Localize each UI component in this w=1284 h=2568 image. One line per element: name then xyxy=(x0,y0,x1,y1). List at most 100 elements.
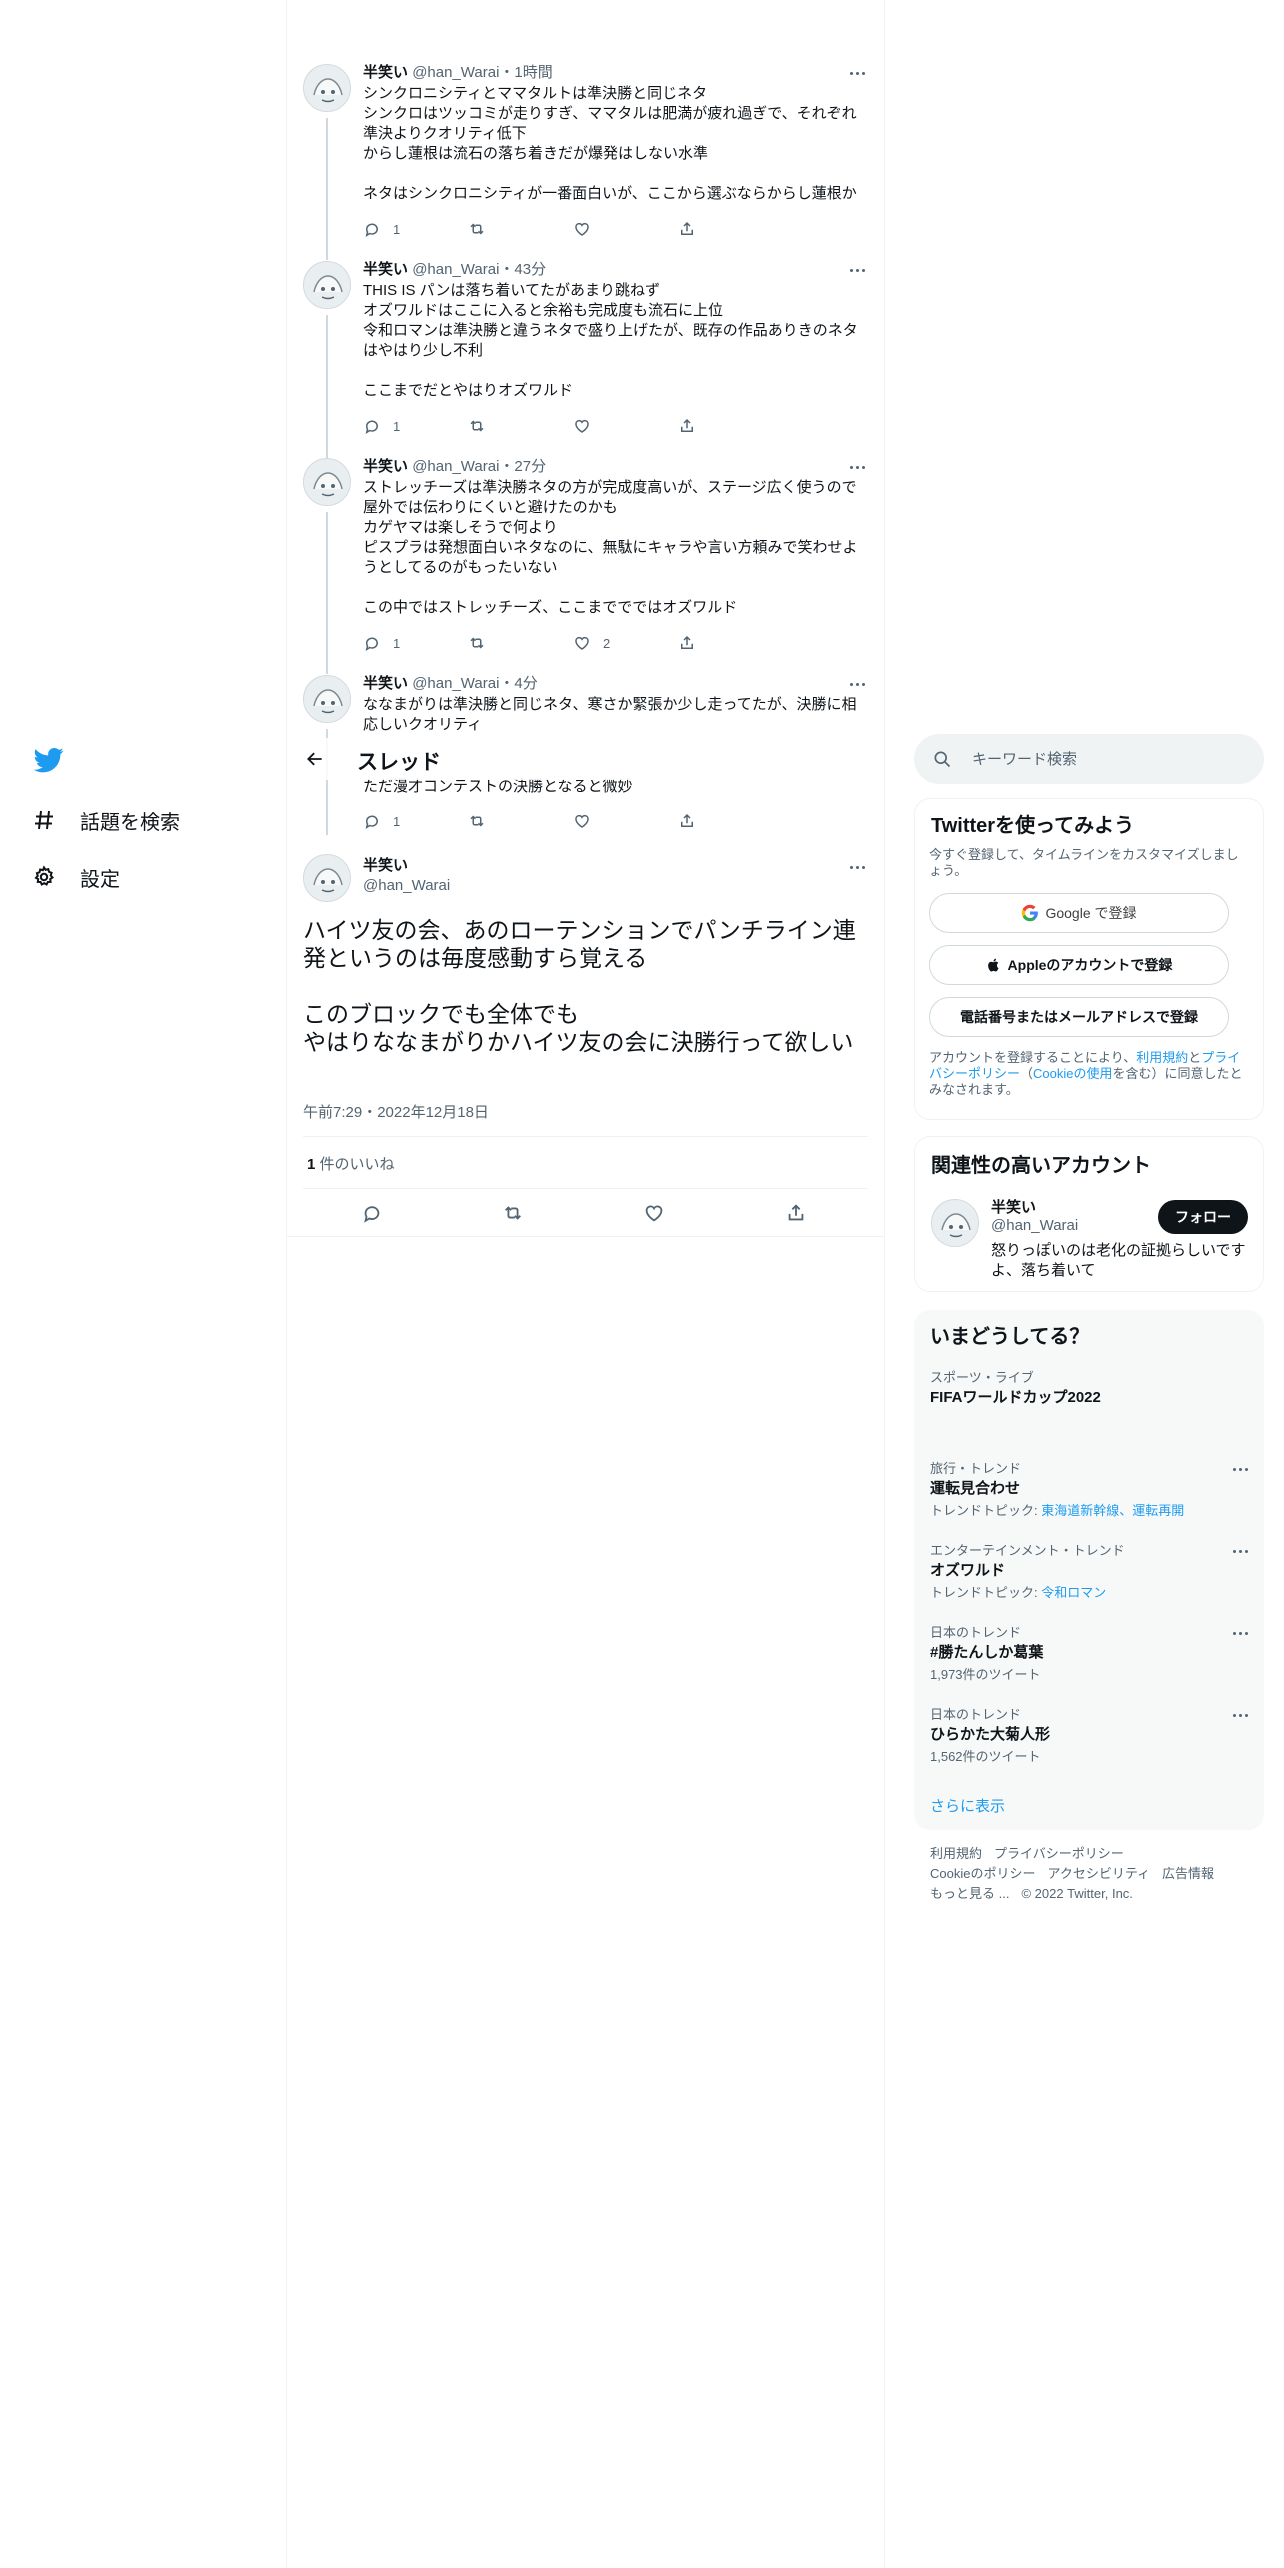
more-options-icon[interactable] xyxy=(1230,1707,1250,1723)
tweet-author-name[interactable]: 半笑い xyxy=(363,261,408,278)
reply-icon xyxy=(364,1206,380,1223)
show-more-link[interactable]: さらに表示 xyxy=(930,1795,1005,1816)
avatar[interactable] xyxy=(303,261,351,309)
follow-button[interactable]: フォロー xyxy=(1158,1200,1248,1234)
signup-card: Twitterを使ってみよう 今すぐ登録して、タイムラインをカスタマイズしましょ… xyxy=(914,798,1264,1120)
like-button[interactable]: 2 xyxy=(573,633,678,653)
trend-item[interactable]: スポーツ・ライブ FIFAワールドカップ2022 xyxy=(930,1370,1248,1408)
tweet-author-handle[interactable]: @han_Warai xyxy=(412,261,499,278)
heart-icon xyxy=(575,636,589,650)
tweet-time[interactable]: 1時間 xyxy=(514,64,552,81)
share-button[interactable] xyxy=(678,811,783,831)
thread-tweet[interactable]: 半笑い @han_Warai・27分 ストレッチーズは準決勝ネタの方が完成度高い… xyxy=(287,458,884,674)
more-options-icon[interactable] xyxy=(846,261,868,279)
tweet-author-handle[interactable]: @han_Warai xyxy=(363,877,450,894)
tweet-author-handle[interactable]: @han_Warai xyxy=(412,64,499,81)
thread-tweet[interactable]: 半笑い @han_Warai・1時間 シンクロニシティとママタルトは準決勝と同じ… xyxy=(287,64,884,260)
footer-privacy-link[interactable]: プライバシーポリシー xyxy=(994,1846,1124,1861)
nav-explore[interactable]: 話題を検索 xyxy=(30,800,180,840)
tweet-author-handle[interactable]: @han_Warai xyxy=(412,458,499,475)
reply-count: 1 xyxy=(393,221,401,237)
more-options-icon[interactable] xyxy=(846,858,868,876)
tweet-author-name[interactable]: 半笑い xyxy=(363,675,408,692)
footer-accessibility-link[interactable]: アクセシビリティ xyxy=(1047,1866,1150,1881)
retweet-button[interactable] xyxy=(468,811,573,831)
like-button[interactable] xyxy=(573,416,678,436)
retweet-button[interactable] xyxy=(468,416,573,436)
avatar[interactable] xyxy=(931,1199,979,1247)
tweet-time[interactable]: 43分 xyxy=(514,261,546,278)
thread-line xyxy=(326,512,328,674)
trend-item[interactable]: 旅行・トレンド 運転見合わせ トレンドトピック: 東海道新幹線、運転再開 xyxy=(930,1461,1248,1519)
trend-item[interactable]: 日本のトレンド ひらかた大菊人形 1,562件のツイート xyxy=(930,1707,1248,1765)
more-options-icon[interactable] xyxy=(846,458,868,476)
trend-item[interactable]: エンターテインメント・トレンド オズワルド トレンドトピック: 令和ロマン xyxy=(930,1543,1248,1601)
share-icon xyxy=(681,221,693,235)
search-input[interactable] xyxy=(972,750,1232,768)
avatar[interactable] xyxy=(303,458,351,506)
thread-tweet[interactable]: 半笑い @han_Warai・43分 THIS IS パンは落ち着いてたがあまり… xyxy=(287,261,884,477)
tweet-author-name[interactable]: 半笑い xyxy=(363,64,408,81)
back-button[interactable] xyxy=(301,745,329,773)
more-options-icon[interactable] xyxy=(846,64,868,82)
trend-item[interactable]: 日本のトレンド #勝たんしか葛葉 1,973件のツイート xyxy=(930,1625,1248,1683)
avatar[interactable] xyxy=(303,854,351,902)
tweet-author-name[interactable]: 半笑い xyxy=(363,854,408,875)
like-button[interactable] xyxy=(637,1196,671,1230)
twitter-bird-icon[interactable] xyxy=(32,745,66,775)
footer-ads-link[interactable]: 広告情報 xyxy=(1162,1866,1214,1881)
tweet-time[interactable]: 4分 xyxy=(514,675,537,692)
tweet-timestamp[interactable]: 午前7:29・2022年12月18日 xyxy=(303,1101,489,1122)
heart-icon xyxy=(575,419,589,433)
footer-cookie-link[interactable]: Cookieのポリシー xyxy=(930,1866,1035,1881)
share-button[interactable] xyxy=(678,219,783,239)
reply-button[interactable]: 1 xyxy=(363,416,468,436)
divider xyxy=(287,1236,884,1237)
google-signup-button[interactable]: Google で登録 xyxy=(929,893,1229,933)
retweet-button[interactable] xyxy=(468,219,573,239)
retweet-icon xyxy=(470,223,484,235)
apple-signup-button[interactable]: Appleのアカウントで登録 xyxy=(929,945,1229,985)
share-button[interactable] xyxy=(678,416,783,436)
tweet-actions: 1 2 xyxy=(363,633,783,653)
like-button[interactable] xyxy=(573,811,678,831)
thread-line xyxy=(326,315,328,477)
retweet-icon xyxy=(470,420,484,432)
more-options-icon[interactable] xyxy=(1230,1461,1250,1477)
trend-title: ひらかた大菊人形 xyxy=(930,1726,1051,1743)
like-button[interactable] xyxy=(573,219,678,239)
trend-topic-link[interactable]: 令和ロマン xyxy=(1041,1585,1106,1600)
footer-more-link[interactable]: もっと見る ... xyxy=(930,1886,1009,1901)
share-button[interactable] xyxy=(678,633,783,653)
terms-link[interactable]: 利用規約 xyxy=(1136,1050,1188,1065)
reply-button[interactable]: 1 xyxy=(363,633,468,653)
trend-topic-link[interactable]: 東海道新幹線、運転再開 xyxy=(1041,1503,1184,1518)
trend-subtitle: トレンドトピック: 東海道新幹線、運転再開 xyxy=(930,1503,1185,1518)
avatar[interactable] xyxy=(303,64,351,112)
retweet-icon xyxy=(505,1206,521,1220)
related-account-name[interactable]: 半笑い xyxy=(991,1196,1036,1217)
reply-button[interactable] xyxy=(355,1196,389,1230)
tweet-author-name[interactable]: 半笑い xyxy=(363,458,408,475)
search-bar[interactable] xyxy=(914,734,1264,784)
cookie-link[interactable]: Cookieの使用 xyxy=(1033,1066,1112,1081)
trend-title: FIFAワールドカップ2022 xyxy=(930,1389,1101,1406)
trend-title: オズワルド xyxy=(930,1562,1006,1579)
avatar[interactable] xyxy=(303,675,351,723)
phone-email-signup-button[interactable]: 電話番号またはメールアドレスで登録 xyxy=(929,997,1229,1037)
trends-card: いまどうしてる？ スポーツ・ライブ FIFAワールドカップ2022 旅行・トレン… xyxy=(914,1310,1264,1830)
retweet-button[interactable] xyxy=(496,1196,530,1230)
reply-button[interactable]: 1 xyxy=(363,219,468,239)
likes-summary[interactable]: 1 件のいいね xyxy=(307,1153,395,1174)
more-options-icon[interactable] xyxy=(1230,1625,1250,1641)
footer-terms-link[interactable]: 利用規約 xyxy=(930,1846,982,1861)
retweet-button[interactable] xyxy=(468,633,573,653)
nav-settings[interactable]: 設定 xyxy=(30,857,120,897)
more-options-icon[interactable] xyxy=(1230,1543,1250,1559)
tweet-time[interactable]: 27分 xyxy=(514,458,546,475)
more-options-icon[interactable] xyxy=(846,675,868,693)
share-button[interactable] xyxy=(779,1196,813,1230)
related-account-handle[interactable]: @han_Warai xyxy=(991,1217,1078,1234)
tweet-author-handle[interactable]: @han_Warai xyxy=(412,675,499,692)
reply-button[interactable]: 1 xyxy=(363,811,468,831)
